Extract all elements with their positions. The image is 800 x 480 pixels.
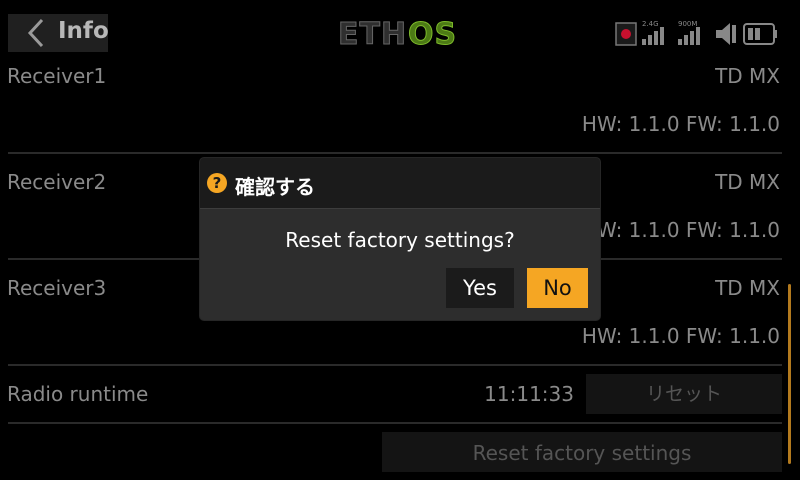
- header-bar: Info ETH OS 2.4G 900M: [0, 0, 800, 62]
- runtime-reset-button[interactable]: リセット: [586, 374, 782, 414]
- receiver1-model: TD MX: [715, 64, 780, 88]
- receiver3-label: Receiver3: [7, 276, 107, 300]
- ethos-logo: ETH OS: [338, 18, 457, 50]
- question-icon: ?: [207, 173, 227, 193]
- svg-text:OS: OS: [408, 18, 457, 50]
- divider: [8, 364, 782, 366]
- scrollbar[interactable]: [788, 284, 791, 464]
- chevron-left-icon: [27, 18, 44, 48]
- signal-900m-icon: 900M: [678, 20, 700, 45]
- divider: [8, 422, 782, 424]
- divider: [8, 152, 782, 154]
- no-button[interactable]: No: [527, 268, 588, 308]
- receiver2-label: Receiver2: [7, 170, 107, 194]
- svg-text:900M: 900M: [678, 20, 697, 28]
- record-icon: [615, 22, 637, 46]
- receiver1-label: Receiver1: [7, 64, 107, 88]
- dialog-header: ? 確認する: [200, 158, 600, 209]
- reset-factory-settings-button[interactable]: Reset factory settings: [382, 432, 782, 472]
- receiver1-versions: HW: 1.1.0 FW: 1.1.0: [581, 112, 780, 136]
- signal-2-4g-icon: 2.4G: [642, 20, 664, 45]
- runtime-label: Radio runtime: [7, 382, 149, 406]
- svg-text:ETH: ETH: [338, 18, 407, 50]
- dialog-title: 確認する: [235, 175, 315, 199]
- back-button[interactable]: Info: [8, 14, 109, 52]
- status-icons: 2.4G 900M: [615, 20, 777, 46]
- confirm-dialog: ? 確認する Reset factory settings? Yes No: [200, 158, 600, 320]
- page-title: Info: [58, 18, 109, 44]
- speaker-icon: [716, 23, 736, 45]
- svg-text:2.4G: 2.4G: [642, 20, 659, 28]
- receiver3-versions: HW: 1.1.0 FW: 1.1.0: [581, 324, 780, 348]
- battery-icon: [743, 23, 777, 45]
- runtime-value: 11:11:33: [484, 382, 574, 406]
- yes-button[interactable]: Yes: [446, 268, 514, 308]
- dialog-message: Reset factory settings?: [285, 228, 515, 252]
